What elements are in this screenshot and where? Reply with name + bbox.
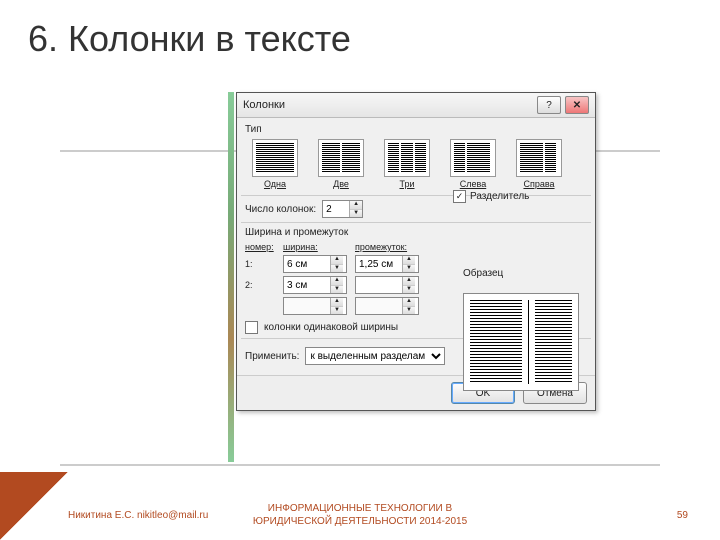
equal-width-label: колонки одинаковой ширины [264, 322, 398, 333]
spin-up-icon[interactable]: ▲ [350, 201, 362, 210]
titlebar[interactable]: Колонки ? ✕ [237, 93, 595, 118]
columns-dialog: Колонки ? ✕ Тип Одна Две Три Слева [236, 92, 596, 411]
type-presets: Одна Две Три Слева Справа [245, 139, 587, 189]
type-one[interactable]: Одна [245, 139, 305, 189]
footer-course: ИНФОРМАЦИОННЫЕ ТЕХНОЛОГИИ В ЮРИДИЧЕСКОЙ … [253, 502, 467, 528]
preview-panel: Образец [463, 268, 583, 391]
row2-width[interactable]: ▲▼ [283, 276, 347, 294]
close-button[interactable]: ✕ [565, 96, 589, 114]
preview-box [463, 293, 579, 391]
num-cols-input[interactable] [323, 201, 349, 217]
num-cols-spinner[interactable]: ▲▼ [322, 200, 363, 218]
preview-label: Образец [463, 268, 583, 279]
row1-gap[interactable]: ▲▼ [355, 255, 419, 273]
apply-label: Применить: [245, 351, 299, 362]
type-left[interactable]: Слева [443, 139, 503, 189]
type-right[interactable]: Справа [509, 139, 569, 189]
separator-label: Разделитель [470, 191, 529, 202]
corner-accent [0, 472, 68, 540]
divider [60, 464, 660, 466]
help-button[interactable]: ? [537, 96, 561, 114]
background-strip [228, 92, 234, 462]
width-section-label: Ширина и промежуток [245, 227, 445, 238]
slide-footer: Никитина Е.С. nikitleo@mail.ru ИНФОРМАЦИ… [0, 490, 720, 540]
spin-down-icon[interactable]: ▼ [350, 210, 362, 218]
equal-width-checkbox[interactable] [245, 321, 258, 334]
separator-checkbox[interactable]: ✓ [453, 190, 466, 203]
page-number: 59 [677, 510, 688, 521]
apply-select[interactable]: к выделенным разделам [305, 347, 445, 365]
type-section-label: Тип [245, 124, 587, 135]
type-two[interactable]: Две [311, 139, 371, 189]
dialog-title: Колонки [243, 99, 285, 111]
row1-width[interactable]: ▲▼ [283, 255, 347, 273]
dialog-body: Тип Одна Две Три Слева Справа [237, 118, 595, 375]
footer-author: Никитина Е.С. nikitleo@mail.ru [68, 510, 208, 521]
row2-gap[interactable]: ▲▼ [355, 276, 419, 294]
type-three[interactable]: Три [377, 139, 437, 189]
num-cols-label: Число колонок: [245, 204, 316, 215]
row3-gap: ▲▼ [355, 297, 419, 315]
width-grid: номер: ширина: промежуток: 1: ▲▼ ▲▼ 2: ▲… [245, 242, 445, 315]
slide-title: 6. Колонки в тексте [0, 0, 720, 68]
row3-width: ▲▼ [283, 297, 347, 315]
